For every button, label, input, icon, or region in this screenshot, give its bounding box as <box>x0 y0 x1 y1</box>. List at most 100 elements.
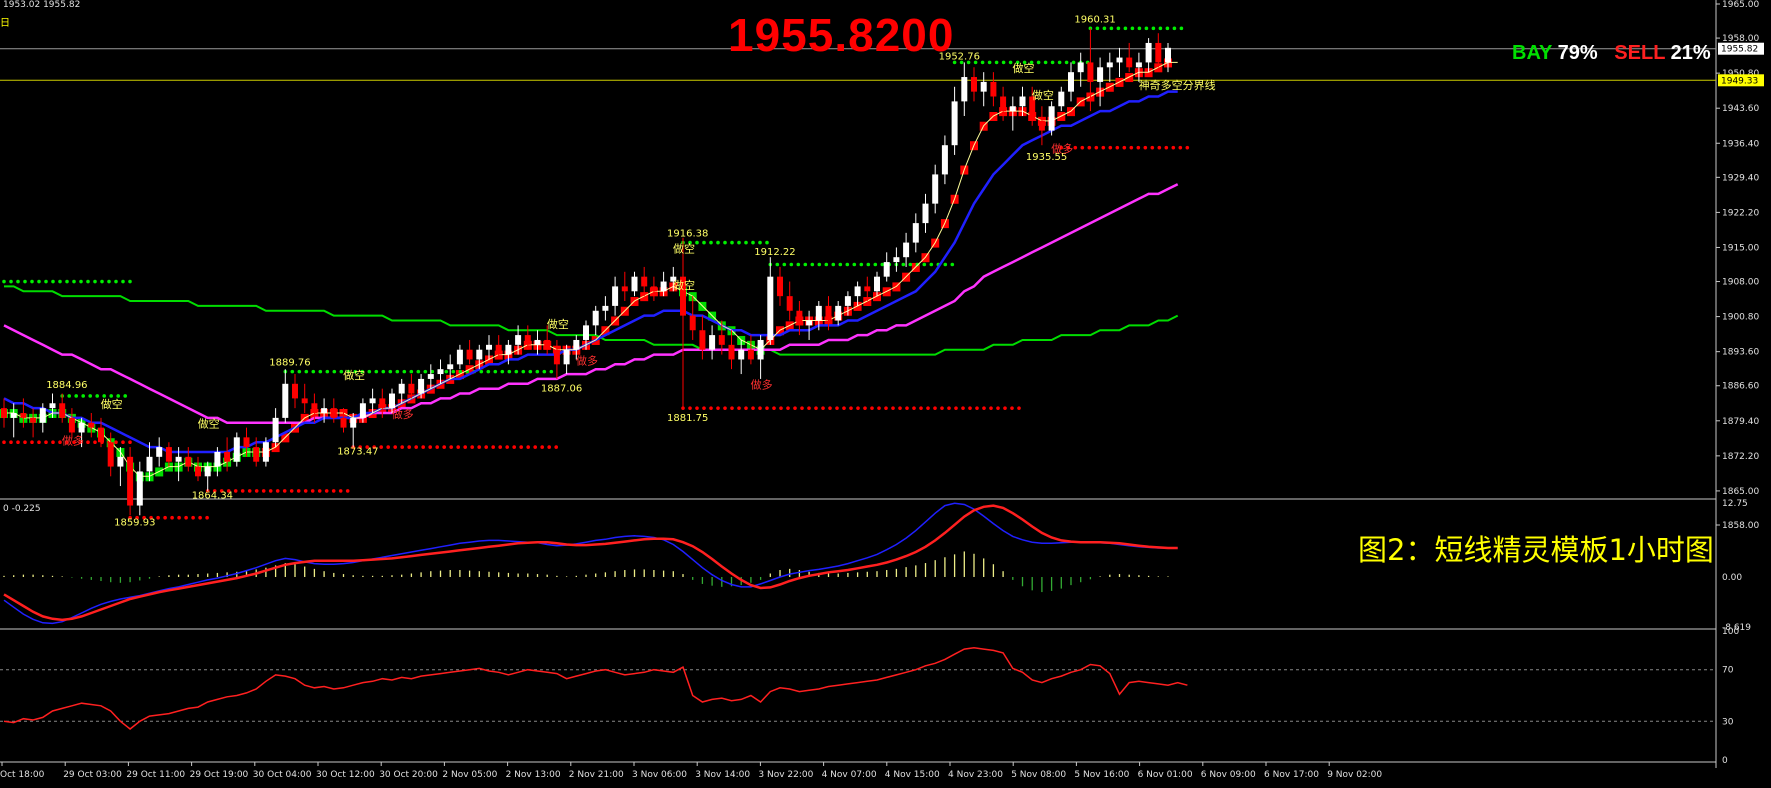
x-tick-label: 2 Nov 21:00 <box>569 770 624 780</box>
y-tick-label: 1879.40 <box>1722 417 1759 427</box>
swing-price-label: 1960.31 <box>1074 14 1115 25</box>
support-dot <box>800 406 804 410</box>
support-dot <box>898 406 902 410</box>
candle-body <box>941 145 948 175</box>
swing-price-label: 1859.93 <box>114 518 155 529</box>
candle-body <box>563 349 570 365</box>
y-tick-label: 1858.00 <box>1722 521 1759 531</box>
support-dot <box>156 515 160 520</box>
resistance-dot <box>304 369 309 374</box>
support-dot <box>345 489 350 493</box>
support-dot <box>723 406 727 410</box>
support-dot <box>926 406 930 410</box>
support-dot <box>324 489 329 493</box>
candle-body <box>340 417 347 428</box>
support-dot <box>184 515 188 520</box>
ma-blue-line <box>3 90 1178 454</box>
x-tick-label: 5 Nov 08:00 <box>1011 770 1066 780</box>
candle-body <box>262 442 269 462</box>
resistance-dot <box>123 394 127 398</box>
resistance-dot <box>1137 26 1142 31</box>
resistance-dot <box>44 279 48 284</box>
rsi-y-label: 100 <box>1722 627 1739 637</box>
macd-header: 0 -0.225 <box>3 504 41 514</box>
resistance-dot <box>409 369 414 374</box>
y-tick-label: 1865.00 <box>1722 487 1759 497</box>
candle-body <box>757 339 764 360</box>
resistance-dot <box>479 369 484 374</box>
signal-label: 神奇多空分界线 <box>1139 78 1216 92</box>
candle-body <box>1097 67 1104 82</box>
support-dot <box>289 489 294 493</box>
y-tick-label: 1900.80 <box>1722 313 1759 323</box>
support-dot <box>177 515 181 520</box>
candle-body <box>592 310 599 326</box>
candle-body <box>1038 120 1045 131</box>
support-dot <box>170 515 174 520</box>
resistance-dot <box>67 394 71 398</box>
resistance-dot <box>374 369 379 374</box>
candle-body <box>1 408 7 418</box>
support-dot <box>849 406 853 410</box>
candle-body <box>699 330 706 350</box>
support-dot <box>1171 145 1176 150</box>
candle-body <box>835 305 842 321</box>
x-tick-label: 3 Nov 06:00 <box>632 770 687 780</box>
support-dot <box>554 445 558 449</box>
candle-body <box>466 349 473 360</box>
resistance-dot <box>908 262 913 267</box>
support-dot <box>128 440 132 445</box>
candle-body <box>1135 62 1142 68</box>
resistance-dot <box>58 279 62 284</box>
support-dot <box>758 406 762 410</box>
resistance-dot <box>65 279 69 284</box>
candle-body <box>854 286 861 297</box>
support-dot <box>765 406 769 410</box>
candle-body <box>418 378 425 394</box>
resistance-dot <box>709 240 713 245</box>
rsi-y-label: 70 <box>1722 666 1734 676</box>
candle-body <box>825 305 832 321</box>
candle-body <box>971 77 977 92</box>
support-dot <box>877 406 881 410</box>
support-dot <box>814 406 818 410</box>
x-tick-label: 6 Nov 17:00 <box>1264 770 1319 780</box>
candle-body <box>379 398 386 409</box>
support-dot <box>905 406 909 410</box>
support-dot <box>1108 145 1113 150</box>
resistance-dot <box>395 369 400 374</box>
candle-body <box>350 417 357 428</box>
candle-body <box>127 456 134 506</box>
support-dot <box>379 445 384 449</box>
candle-body <box>1106 62 1113 68</box>
candle-body <box>505 344 512 355</box>
resistance-dot <box>845 262 850 267</box>
swing-price-label: 1912.22 <box>754 247 795 258</box>
panel-frames <box>0 0 1717 768</box>
resistance-dot <box>1123 26 1128 31</box>
support-dot <box>828 406 832 410</box>
resistance-dot <box>852 262 857 267</box>
support-dot <box>1136 145 1141 150</box>
support-dot <box>310 489 315 493</box>
candle-body <box>243 437 250 448</box>
support-dot <box>982 406 986 410</box>
resistance-dot <box>838 262 843 267</box>
support-dot <box>449 445 454 449</box>
resistance-dot <box>114 279 118 284</box>
rsi-y-label: 0 <box>1722 756 1728 766</box>
support-dot <box>884 406 888 410</box>
candle-body <box>1145 42 1152 63</box>
candle-body <box>844 296 851 306</box>
resistance-dot <box>943 262 948 267</box>
resistance-dot <box>859 262 864 267</box>
support-dot <box>1087 145 1092 150</box>
resistance-dot <box>79 279 83 284</box>
candle-body <box>204 466 211 477</box>
candle-body <box>641 276 648 287</box>
candle-body <box>621 286 628 292</box>
support-dot <box>2 440 6 445</box>
x-tick-label: 30 Oct 12:00 <box>316 770 375 780</box>
support-dot <box>519 445 523 449</box>
resistance-dot <box>866 262 871 267</box>
